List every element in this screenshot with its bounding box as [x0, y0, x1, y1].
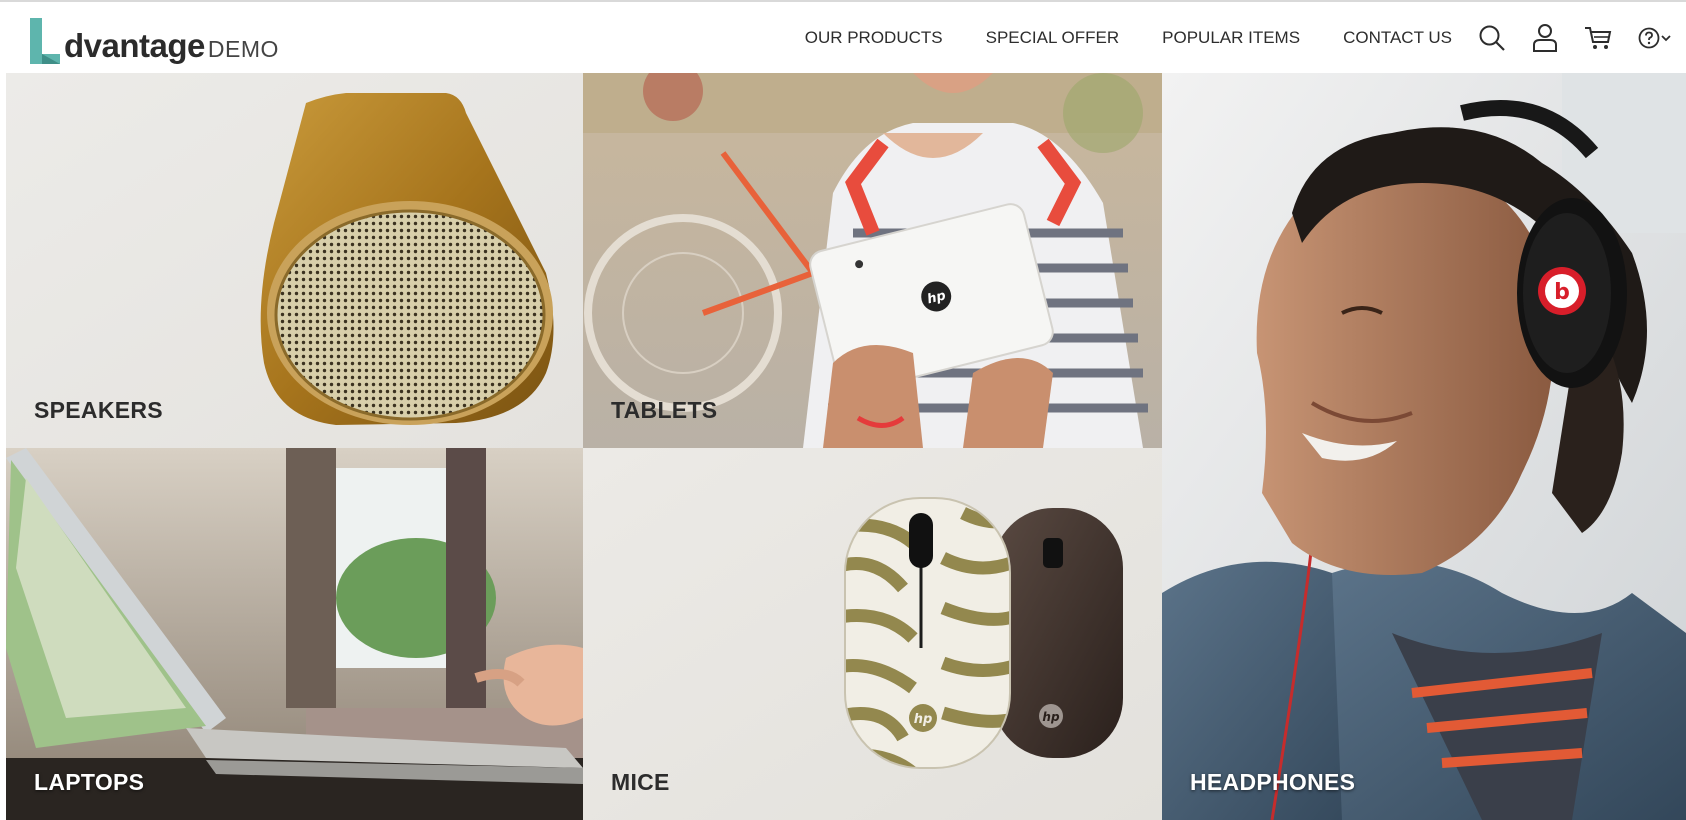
nav-contact-us[interactable]: CONTACT US [1343, 28, 1452, 48]
help-icon [1638, 27, 1660, 48]
site-header: dvantage DEMO OUR PRODUCTS SPECIAL OFFER… [0, 2, 1686, 73]
main-nav: OUR PRODUCTS SPECIAL OFFER POPULAR ITEMS… [805, 2, 1672, 73]
category-label-tablets: TABLETS [611, 397, 718, 423]
headphones-image: b [1162, 73, 1686, 820]
zebra-mouse-hp-logo: hp [914, 712, 933, 727]
nav-our-products[interactable]: OUR PRODUCTS [805, 28, 943, 48]
speaker-image [6, 73, 583, 448]
nav-special-offer[interactable]: SPECIAL OFFER [986, 28, 1120, 48]
category-tile-tablets[interactable]: hp TABLETS [583, 73, 1162, 448]
category-label-laptops: LAPTOPS [34, 769, 145, 795]
brand-logo[interactable]: dvantage DEMO [28, 14, 279, 66]
help-menu[interactable] [1638, 27, 1672, 49]
search-icon[interactable] [1478, 24, 1506, 52]
category-tile-laptops[interactable]: LAPTOPS [6, 448, 583, 820]
logo-mark-icon [30, 18, 60, 64]
cart-icon[interactable] [1584, 24, 1612, 52]
tablet-image: hp [583, 73, 1162, 448]
dark-mouse-hp-logo: hp [1042, 710, 1060, 724]
category-tile-mice[interactable]: hp hp MICE [583, 448, 1162, 820]
brand-name: dvantage [64, 27, 205, 64]
chevron-down-icon [1661, 34, 1671, 41]
beats-logo: b [1554, 280, 1570, 305]
category-tile-headphones[interactable]: b HEADPHONES [1162, 73, 1686, 820]
category-tile-speakers[interactable]: SPEAKERS [6, 73, 583, 448]
mice-image: hp hp [583, 448, 1162, 820]
category-label-mice: MICE [611, 769, 670, 795]
laptop-image [6, 448, 583, 820]
category-label-speakers: SPEAKERS [34, 397, 163, 423]
brand-suffix: DEMO [207, 36, 279, 62]
nav-popular-items[interactable]: POPULAR ITEMS [1162, 28, 1300, 48]
user-icon[interactable] [1532, 23, 1558, 53]
category-label-headphones: HEADPHONES [1190, 769, 1356, 795]
